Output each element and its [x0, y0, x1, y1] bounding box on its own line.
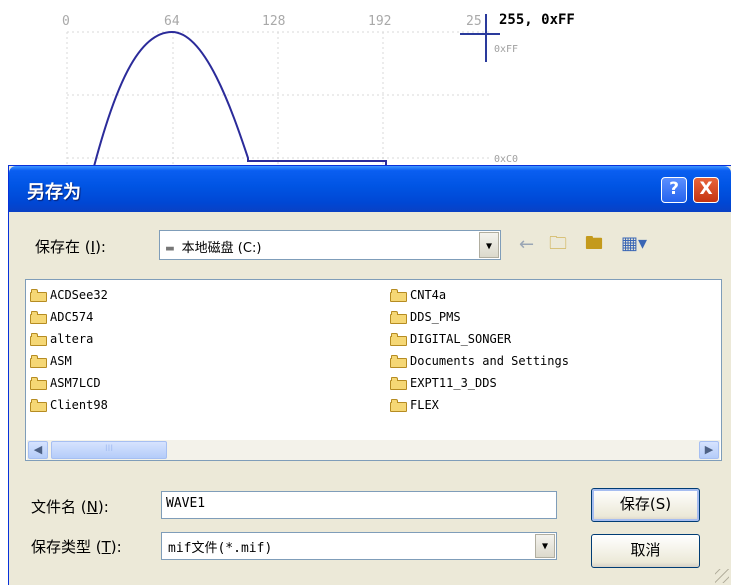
x-tick-0: 0 — [62, 14, 70, 29]
x-tick-128: 128 — [262, 14, 286, 29]
y-label-c0: 0xC0 — [494, 154, 519, 165]
dialog-titlebar[interactable]: 另存为 ? X — [9, 166, 731, 212]
folder-icon — [30, 332, 48, 346]
list-item[interactable]: DDS_PMS — [390, 306, 461, 328]
cursor-readout: 255, 0xFF — [499, 12, 575, 28]
x-tick-192: 192 — [368, 14, 392, 29]
save-in-dropdown[interactable]: ▬ 本地磁盘 (C:) ▼ — [159, 230, 501, 260]
list-item[interactable]: ADC574 — [30, 306, 93, 328]
filetype-label: 保存类型 (T): — [31, 538, 122, 556]
list-item[interactable]: altera — [30, 328, 93, 350]
help-button[interactable]: ? — [661, 177, 687, 203]
dialog-title: 另存为 — [27, 182, 81, 203]
save-button[interactable]: 保存(S) — [591, 488, 700, 522]
list-item[interactable]: FLEX — [390, 394, 439, 416]
waveform-editor[interactable]: 0 64 128 192 25 255, 0xFF 0xFF 0xC0 — [0, 0, 731, 190]
list-item[interactable]: CNT4a — [390, 284, 446, 306]
chevron-down-icon[interactable]: ▼ — [479, 232, 499, 258]
list-item[interactable]: ASM — [30, 350, 72, 372]
folder-icon — [30, 398, 48, 412]
cancel-button[interactable]: 取消 — [591, 534, 700, 568]
list-item[interactable]: Documents and Settings — [390, 350, 569, 372]
folder-icon — [390, 376, 408, 390]
folder-icon — [30, 288, 48, 302]
view-menu-icon[interactable]: ▦▾ — [621, 234, 647, 254]
chevron-down-icon[interactable]: ▼ — [535, 534, 555, 558]
list-item[interactable]: DIGITAL_SONGER — [390, 328, 511, 350]
save-as-dialog: 另存为 ? X 保存在 (I): ▬ 本地磁盘 (C:) ▼ ← 🗀 🖿 ▦▾ … — [8, 165, 731, 585]
folder-icon — [390, 288, 408, 302]
file-list[interactable]: ACDSee32 ADC574 altera ASM ASM7LCD Clien… — [25, 279, 722, 461]
list-item[interactable]: ACDSee32 — [30, 284, 108, 306]
resize-grip-icon[interactable] — [715, 569, 729, 583]
x-tick-255: 25 — [466, 14, 482, 29]
drive-icon: ▬ — [166, 241, 174, 256]
scroll-left-icon[interactable]: ◀ — [28, 441, 48, 459]
filetype-dropdown[interactable]: mif文件(*.mif) ▼ — [161, 532, 557, 560]
folder-icon — [30, 376, 48, 390]
folder-icon — [390, 332, 408, 346]
scroll-thumb[interactable]: III — [51, 441, 167, 459]
new-folder-icon[interactable]: 🖿 — [585, 234, 603, 254]
list-item[interactable]: Client98 — [30, 394, 108, 416]
save-in-label: 保存在 (I): — [35, 238, 106, 256]
folder-icon — [390, 354, 408, 368]
horizontal-scrollbar[interactable]: ◀ III ▶ — [27, 440, 720, 460]
folder-icon — [30, 310, 48, 324]
list-item[interactable]: EXPT11_3_DDS — [390, 372, 497, 394]
back-icon[interactable]: ← — [519, 235, 534, 255]
scroll-right-icon[interactable]: ▶ — [699, 441, 719, 459]
y-label-ff: 0xFF — [494, 44, 519, 55]
x-tick-64: 64 — [164, 14, 180, 29]
up-folder-icon[interactable]: 🗀 — [549, 234, 567, 254]
folder-icon — [30, 354, 48, 368]
folder-icon — [390, 310, 408, 324]
filename-input[interactable]: WAVE1 — [161, 491, 557, 519]
list-item[interactable]: ASM7LCD — [30, 372, 101, 394]
folder-icon — [390, 398, 408, 412]
filename-label: 文件名 (N): — [31, 498, 109, 516]
close-button[interactable]: X — [693, 177, 719, 203]
waveform-plot[interactable] — [0, 0, 731, 190]
